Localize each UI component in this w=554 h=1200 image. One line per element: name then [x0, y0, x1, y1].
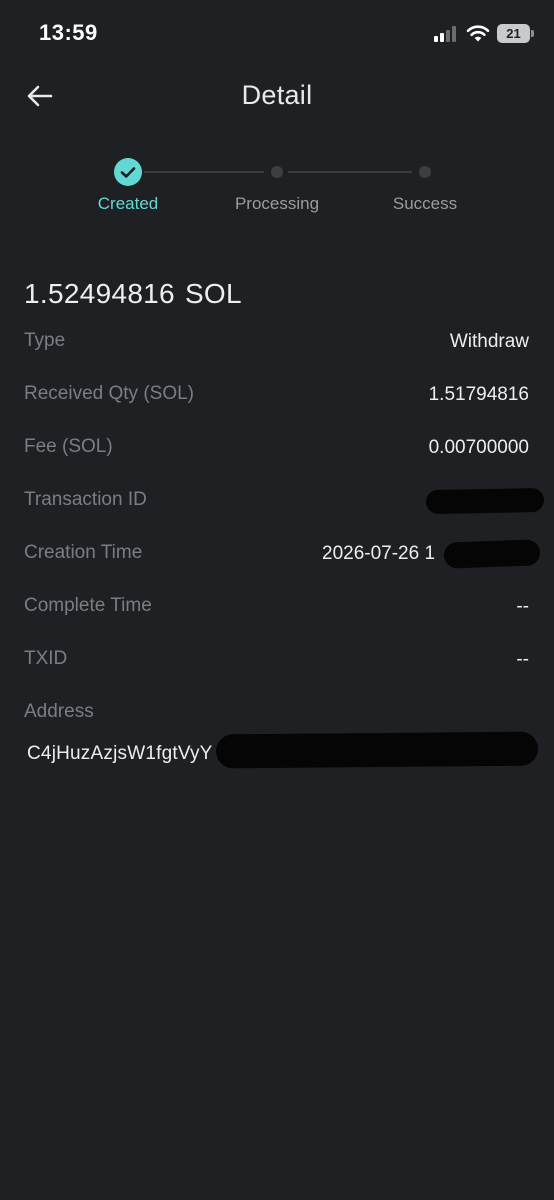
- address-redaction: [215, 731, 539, 769]
- address-label: Address: [24, 701, 94, 722]
- cellular-signal-icon: [434, 26, 460, 42]
- type-value: Withdraw: [449, 331, 529, 352]
- complete-time-label: Complete Time: [24, 595, 152, 616]
- creation-time-value: 2026-07-26 1: [322, 543, 436, 564]
- step-connector-1: [144, 171, 264, 173]
- step-success-dot: [419, 166, 431, 178]
- step-created-check-icon: [114, 158, 142, 186]
- transaction-id-redaction: [425, 487, 545, 515]
- amount-unit: SOL: [184, 278, 242, 309]
- transaction-id-label: Transaction ID: [24, 489, 147, 510]
- withdraw-detail-screen: 13:59 21 Detail Created Processing Succe…: [0, 0, 554, 1200]
- withdraw-amount: 1.52494816 SOL: [24, 278, 242, 310]
- wifi-icon: [466, 25, 490, 42]
- creation-time-redaction: [443, 539, 541, 569]
- battery-icon: 21: [497, 24, 530, 43]
- step-connector-2: [288, 171, 412, 173]
- txid-value: --: [516, 649, 529, 670]
- complete-time-value: --: [516, 596, 529, 617]
- page-title: Detail: [241, 80, 313, 110]
- step-label-success: Success: [392, 194, 458, 213]
- txid-label: TXID: [24, 648, 68, 669]
- creation-time-label: Creation Time: [24, 542, 143, 563]
- step-processing-dot: [271, 166, 283, 178]
- status-time: 13:59: [39, 20, 98, 45]
- fee-value: 0.00700000: [428, 437, 529, 458]
- address-value[interactable]: C4jHuzAzjsW1fgtVyY: [27, 743, 213, 765]
- step-label-processing: Processing: [234, 194, 320, 213]
- type-label: Type: [24, 330, 66, 351]
- fee-label: Fee (SOL): [24, 436, 113, 457]
- received-qty-value: 1.51794816: [428, 384, 529, 405]
- step-label-created: Created: [97, 194, 159, 213]
- battery-tip: [531, 30, 534, 37]
- battery-level: 21: [506, 26, 521, 41]
- received-qty-label: Received Qty (SOL): [24, 383, 194, 404]
- status-bar: 13:59 21: [0, 0, 554, 66]
- amount-value: 1.52494816: [24, 278, 175, 309]
